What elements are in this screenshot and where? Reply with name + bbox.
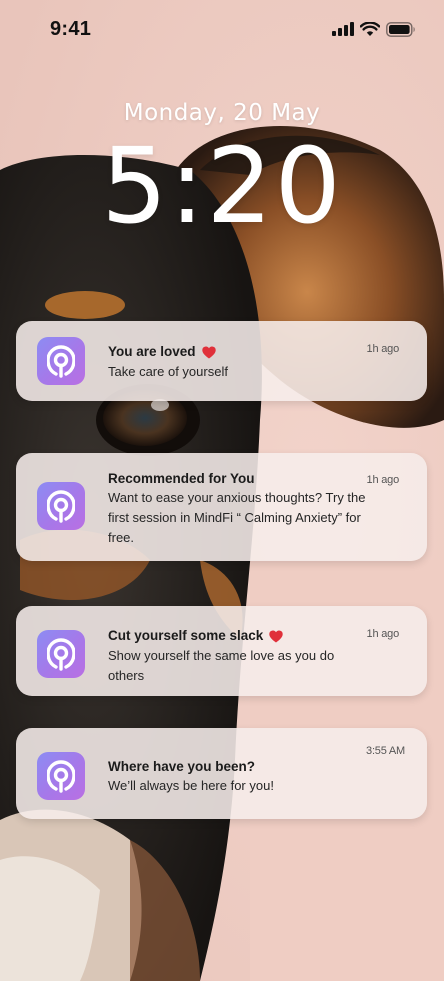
notification-title-text: Cut yourself some slack	[108, 628, 264, 643]
lock-clock: 5:20	[101, 125, 343, 247]
status-time: 9:41	[50, 18, 92, 40]
notification-body: We’ll always be here for you!	[108, 778, 274, 793]
notification-card[interactable]: Recommended for You Want to ease your an…	[16, 453, 427, 561]
heart-icon	[201, 346, 216, 359]
battery-icon	[386, 21, 415, 37]
notification-body: Show yourself the same love as you do ot…	[108, 648, 335, 683]
notification-body: Take care of yourself	[108, 364, 228, 379]
mindfi-app-icon	[37, 752, 85, 800]
notification-title: You are loved	[108, 344, 216, 359]
app-logo-icon	[47, 760, 75, 793]
signal-icon	[332, 22, 354, 36]
notification-card[interactable]: You are loved Take care of yourself 1h a…	[16, 321, 427, 401]
wifi-icon	[360, 21, 380, 36]
notification-title-text: You are loved	[108, 344, 196, 359]
notification-time: 1h ago	[366, 628, 400, 640]
notification-title: Cut yourself some slack	[108, 628, 284, 643]
notification-card[interactable]: Where have you been? We’ll always be her…	[16, 728, 427, 819]
notification-time: 1h ago	[366, 343, 400, 355]
lock-date: Monday, 20 May	[123, 100, 321, 126]
notification-time: 1h ago	[366, 474, 400, 486]
app-logo-icon	[47, 490, 75, 523]
app-logo-icon	[47, 638, 75, 671]
notification-body: Want to ease your anxious thoughts? Try …	[108, 490, 366, 545]
mindfi-app-icon	[37, 630, 85, 678]
notification-time: 3:55 AM	[366, 745, 405, 757]
status-icons	[332, 20, 416, 38]
notification-card[interactable]: Cut yourself some slack Show yourself th…	[16, 606, 427, 696]
status-bar: 9:41	[0, 0, 444, 58]
notification-title: Recommended for You	[108, 471, 255, 486]
notification-title: Where have you been?	[108, 759, 256, 774]
mindfi-app-icon	[37, 482, 85, 530]
mindfi-app-icon	[37, 337, 85, 385]
app-logo-icon	[47, 345, 75, 378]
heart-icon	[269, 630, 284, 643]
